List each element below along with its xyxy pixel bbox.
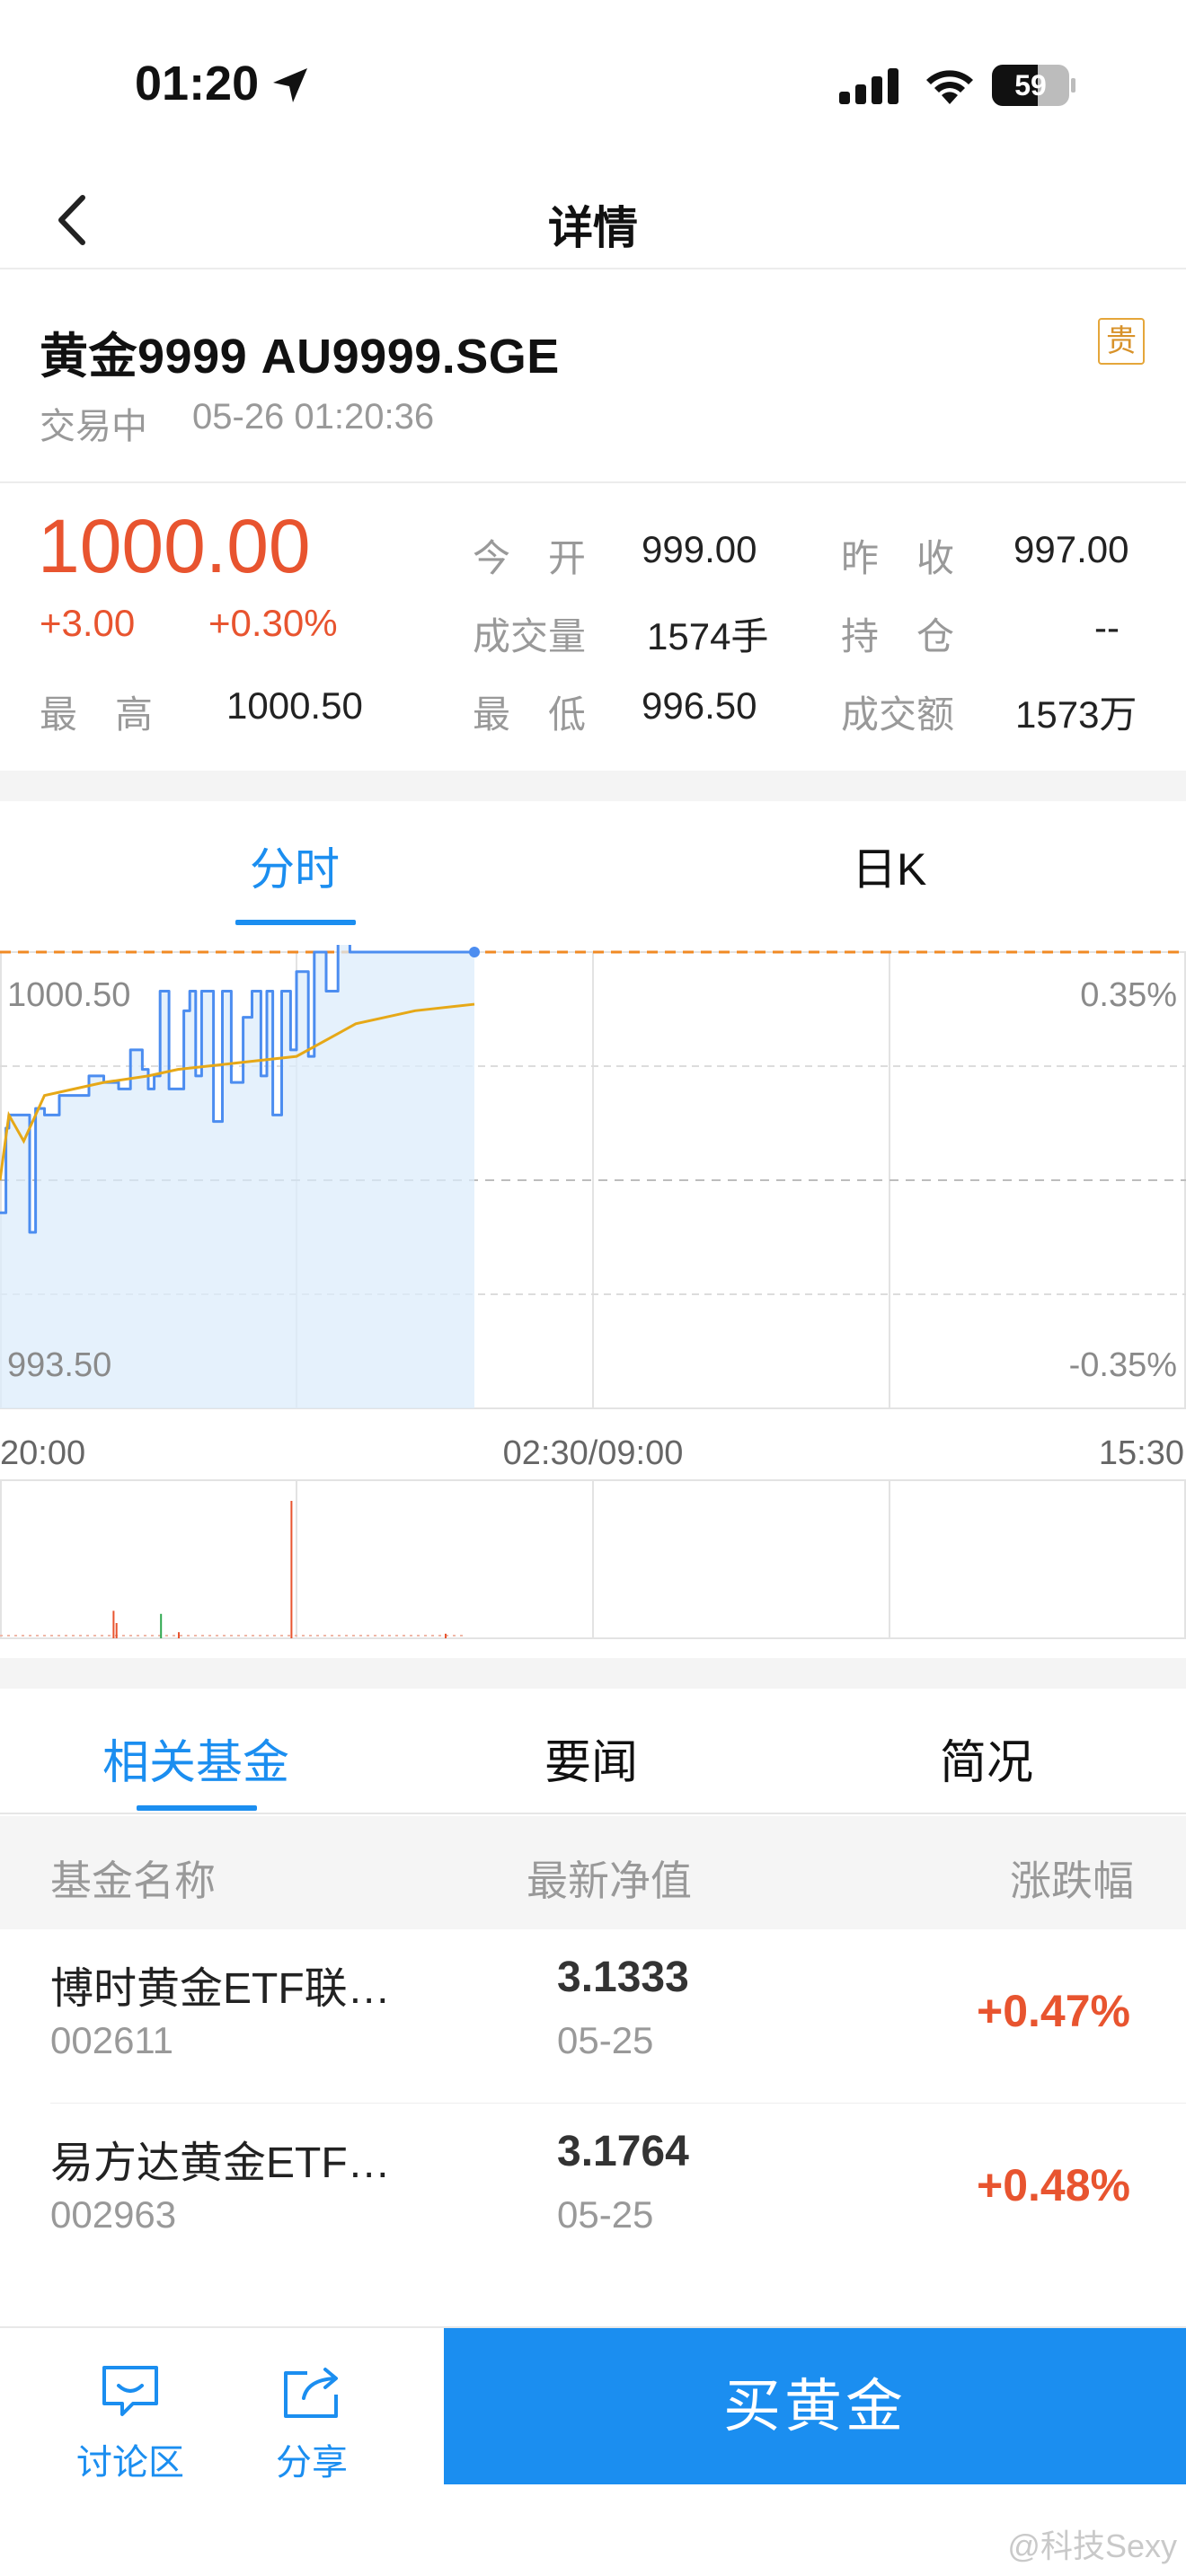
low-label: 最 低	[473, 693, 587, 736]
turnover-label: 成交额	[841, 693, 955, 736]
fund-name: 易方达黄金ETF…	[50, 2139, 391, 2187]
position-value: --	[1094, 606, 1120, 648]
discuss-label: 讨论区	[76, 2443, 184, 2483]
high-value: 1000.50	[226, 684, 363, 727]
precious-metal-badge: 贵	[1098, 318, 1145, 365]
pct-axis-top-label: 0.35%	[1080, 976, 1177, 1014]
chat-bubble-icon	[102, 2366, 158, 2416]
battery-percent: 59	[1014, 69, 1047, 101]
position-label: 持 仓	[841, 615, 955, 657]
cellular-signal-icon	[839, 68, 898, 104]
volume-bar	[115, 1623, 118, 1638]
low-value: 996.50	[642, 684, 757, 727]
pct-axis-bottom-label: -0.35%	[1069, 1346, 1177, 1384]
col-change: 涨跌幅	[1010, 1857, 1134, 1904]
col-latest-nav: 最新净值	[527, 1857, 692, 1904]
time-label-end: 15:30	[1099, 1434, 1184, 1472]
instrument-name: 黄金9999 AU9999.SGE	[40, 330, 560, 384]
fund-row[interactable]: 易方达黄金ETF… 002963 3.1764 05-25 +0.48%	[0, 2104, 1186, 2278]
volume-bar	[290, 1501, 293, 1638]
open-label: 今 开	[473, 537, 587, 579]
wifi-icon	[926, 70, 973, 104]
y-axis-top-label: 1000.50	[7, 976, 130, 1014]
y-axis-bottom-label: 993.50	[7, 1346, 111, 1384]
trading-status: 交易中	[40, 407, 147, 446]
volume-label: 成交量	[473, 615, 587, 657]
info-tabs: 相关基金 要闻 简况	[0, 1689, 1186, 1814]
col-fund-name: 基金名称	[50, 1857, 216, 1904]
fund-row[interactable]: 博时黄金ETF联… 002611 3.1333 05-25 +0.47%	[0, 1929, 1186, 2104]
discuss-button[interactable]: 讨论区	[63, 2364, 198, 2485]
prev-close-value: 997.00	[1013, 528, 1129, 570]
share-icon	[284, 2368, 338, 2418]
fund-nav-date: 05-25	[557, 2193, 654, 2236]
tab-indicator	[235, 920, 356, 925]
tab-related-funds[interactable]: 相关基金	[102, 1725, 289, 1792]
chart-tabs: 分时 日K	[0, 801, 1186, 932]
intraday-chart[interactable]: 1000.50 993.50 0.35% -0.35% 20:00 02:30/09:00…	[0, 937, 1186, 1645]
tab-overview[interactable]: 简况	[940, 1725, 1033, 1792]
volume-bar	[160, 1613, 163, 1638]
share-label: 分享	[276, 2443, 348, 2483]
fund-table-header: 基金名称 最新净值 涨跌幅	[0, 1816, 1186, 1929]
volume-bar	[445, 1633, 447, 1638]
quote-panel: 1000.00 +3.00 +0.30% 最 高 1000.50 今 开 999…	[0, 485, 1186, 771]
fund-nav: 3.1764	[557, 2128, 689, 2175]
last-price: 1000.00	[38, 504, 311, 588]
tab-indicator	[137, 1805, 257, 1811]
fund-code: 002611	[50, 2019, 174, 2061]
status-time: 01:20	[135, 57, 260, 110]
prev-close-label: 昨 收	[841, 537, 955, 579]
quote-datetime: 05-26 01:20:36	[192, 397, 435, 437]
location-arrow-icon	[273, 68, 307, 102]
watermark: @科技Sexy	[1007, 2527, 1177, 2564]
price-change: +3.00	[40, 602, 136, 644]
price-change-percent: +0.30%	[208, 602, 338, 644]
page-title: 详情	[548, 203, 638, 253]
tab-intraday[interactable]: 分时	[250, 834, 340, 898]
share-button[interactable]: 分享	[244, 2364, 379, 2485]
status-bar: 01:20 59	[0, 0, 1186, 171]
volume-value: 1574手	[647, 615, 769, 657]
battery-icon: 59	[992, 65, 1075, 106]
volume-bar	[112, 1610, 115, 1638]
open-value: 999.00	[642, 528, 757, 570]
fund-name: 博时黄金ETF联…	[50, 1965, 391, 2013]
buy-gold-button[interactable]: 买黄金	[444, 2328, 1186, 2484]
instrument-header: 黄金9999 AU9999.SGE 贵 交易中 05-26 01:20:36	[0, 271, 1186, 483]
volume-bar	[178, 1632, 180, 1638]
nav-bar: 详情	[0, 171, 1186, 269]
time-label-mid: 02:30/09:00	[503, 1434, 684, 1472]
turnover-value: 1573万	[1015, 693, 1137, 736]
last-price-dot	[469, 947, 480, 957]
fund-nav-date: 05-25	[557, 2019, 654, 2061]
section-gap	[0, 771, 1186, 801]
fund-code: 002963	[50, 2193, 177, 2236]
section-gap-2	[0, 1658, 1186, 1689]
intraday-chart-svg: 1000.50 993.50 0.35% -0.35% 20:00 02:30/09:00…	[0, 937, 1186, 1639]
time-label-start: 20:00	[0, 1434, 85, 1472]
fund-change: +0.47%	[977, 1986, 1130, 2036]
fund-change: +0.48%	[977, 2160, 1130, 2210]
fund-nav: 3.1333	[557, 1954, 689, 2001]
high-label: 最 高	[40, 693, 154, 736]
tab-daily-k[interactable]: 日K	[852, 834, 926, 898]
tab-news[interactable]: 要闻	[544, 1725, 638, 1792]
